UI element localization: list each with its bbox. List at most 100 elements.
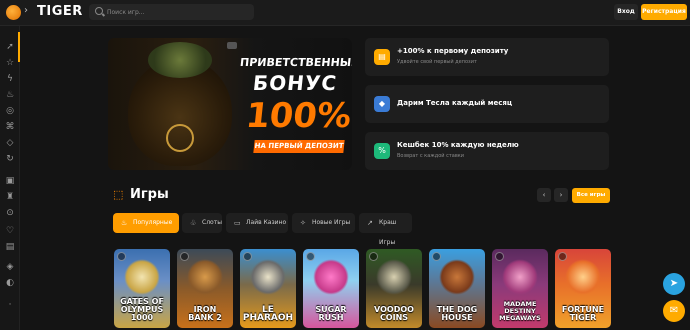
promo-card-deposit[interactable]: ▤ +100% к первому депозиту Удвойте свой … <box>365 38 609 76</box>
chat-icon[interactable]: ✉ <box>663 300 685 322</box>
rocket-icon[interactable]: ➚ <box>5 42 15 52</box>
language-icon[interactable]: · <box>5 300 15 310</box>
fire-icon[interactable]: ♨ <box>5 90 15 100</box>
sidebar-scroll-indicator <box>18 32 20 62</box>
slot-icon: ♧ <box>190 219 197 227</box>
heart-icon[interactable]: ♡ <box>5 226 15 236</box>
provider-badge-icon <box>243 252 252 261</box>
promo-subtitle: Удвойте свой первый депозит <box>397 59 477 65</box>
car-icon: ◆ <box>374 96 390 112</box>
logo-text[interactable]: TIGER <box>37 4 83 19</box>
logo-icon[interactable] <box>6 5 21 20</box>
tab-label: Краш Игры <box>379 219 397 246</box>
tab-crash-games[interactable]: ↗ Краш Игры <box>359 213 412 246</box>
game-title: THE DOG HOUSE <box>436 305 478 322</box>
game-art <box>250 259 286 295</box>
chip-icon[interactable]: ◎ <box>5 106 15 116</box>
tiger-emblem-image <box>166 124 194 152</box>
promo-card-tesla[interactable]: ◆ Дарим Тесла каждый месяц <box>365 85 609 123</box>
lightning-icon[interactable]: ϟ <box>5 74 15 84</box>
game-art <box>124 259 160 295</box>
games-section-icon: ⬚ <box>113 188 124 201</box>
provider-badge-icon <box>495 252 504 261</box>
game-card-gates-of-olympus[interactable]: GATES OF OLYMPUS 1000 <box>114 249 170 328</box>
provider-badge-icon <box>558 252 567 261</box>
game-title: GATES OF OLYMPUS 1000 <box>120 297 164 322</box>
game-title: VOODOO COINS <box>374 305 414 322</box>
promo-title: +100% к первому депозиту <box>397 47 509 55</box>
chevron-right-icon[interactable]: › <box>554 188 568 202</box>
game-card-madame-destiny-megaways[interactable]: MADAME DESTINY MEGAWAYS <box>492 249 548 328</box>
banner-line-1: ПРИВЕТСТВЕННЫЙ <box>239 56 352 69</box>
banner-pagination <box>206 158 234 162</box>
gift-icon[interactable]: ▤ <box>5 242 15 252</box>
video-icon <box>227 42 237 49</box>
provider-badge-icon <box>117 252 126 261</box>
star-icon[interactable]: ☆ <box>5 58 15 68</box>
game-art <box>187 259 223 295</box>
welcome-bonus-banner[interactable]: ПРИВЕТСТВЕННЫЙ БОНУС 100% НА ПЕРВЫЙ ДЕПО… <box>108 38 352 170</box>
provider-badge-icon <box>306 252 315 261</box>
dice-icon <box>180 252 189 261</box>
tab-live-casino[interactable]: ▭ Лайв Казино <box>226 213 288 233</box>
sidebar: ➚ ☆ ϟ ♨ ◎ ⌘ ◇ ↻ ▣ ♜ ⊙ ♡ ▤ ◈ ◐ · <box>0 26 20 330</box>
tab-label: Новые Игры <box>312 219 351 226</box>
search-icon <box>95 7 103 15</box>
tab-slots[interactable]: ♧ Слоты <box>182 213 222 233</box>
game-title: SUGAR RUSH <box>315 305 347 322</box>
games-section-title: Игры <box>130 187 169 202</box>
target-icon[interactable]: ⊙ <box>5 208 15 218</box>
tab-label: Лайв Казино <box>246 219 287 226</box>
tab-new-games[interactable]: ✧ Новые Игры <box>292 213 355 233</box>
crash-icon: ↗ <box>367 219 373 227</box>
game-art <box>313 259 349 295</box>
game-card-the-dog-house[interactable]: THE DOG HOUSE <box>429 249 485 328</box>
game-title: MADAME DESTINY MEGAWAYS <box>499 300 541 322</box>
game-title: LE PHARAOH <box>242 305 294 323</box>
promo-subtitle: Возврат с каждой ставки <box>397 153 465 159</box>
game-card-iron-bank-2[interactable]: IRON BANK 2 <box>177 249 233 328</box>
sidebar-toggle-chevron-icon[interactable]: › <box>24 5 28 16</box>
percent-icon: % <box>374 143 390 159</box>
provider-badge-icon <box>369 252 378 261</box>
game-art <box>565 259 601 295</box>
game-art <box>376 259 412 295</box>
support-icon[interactable]: ◐ <box>5 278 15 288</box>
provider-badge-icon <box>432 252 441 261</box>
promo-card-cashback[interactable]: % Кешбек 10% каждую неделю Возврат с каж… <box>365 132 609 170</box>
game-card-voodoo-coins[interactable]: VOODOO COINS <box>366 249 422 328</box>
search-input[interactable] <box>107 6 247 18</box>
search-box[interactable] <box>89 4 254 20</box>
shield-icon[interactable]: ◈ <box>5 262 15 272</box>
gift-icon: ▤ <box>374 49 390 65</box>
game-title: IRON BANK 2 <box>188 305 222 322</box>
sparkle-icon: ✧ <box>300 219 306 227</box>
game-art <box>502 259 538 295</box>
banner-percent: 100% <box>243 96 352 136</box>
promo-title: Дарим Тесла каждый месяц <box>397 99 513 107</box>
telegram-icon[interactable]: ➤ <box>663 273 685 295</box>
tab-label: Популярные <box>133 219 173 226</box>
gamepad-icon[interactable]: ⌘ <box>5 122 15 132</box>
tab-label: Слоты <box>202 219 222 226</box>
game-title: FORTUNE TIGER <box>561 305 605 322</box>
game-card-le-pharaoh[interactable]: LE PHARAOH <box>240 249 296 328</box>
diamond-icon[interactable]: ◇ <box>5 138 15 148</box>
shop-icon[interactable]: ▣ <box>5 176 15 186</box>
cycle-icon[interactable]: ↻ <box>5 154 15 164</box>
banner-line-4: НА ПЕРВЫЙ ДЕПОЗИТ <box>253 140 345 153</box>
login-button[interactable]: Вход <box>614 4 638 20</box>
all-games-button[interactable]: Все игры <box>572 188 610 203</box>
game-card-sugar-rush[interactable]: SUGAR RUSH <box>303 249 359 328</box>
chevron-left-icon[interactable]: ‹ <box>537 188 551 202</box>
camera-icon: ▭ <box>234 219 241 227</box>
register-button[interactable]: Регистрация <box>641 4 687 20</box>
game-art <box>439 259 475 295</box>
fire-icon: ♨ <box>121 219 128 227</box>
trophy-icon[interactable]: ♜ <box>5 192 15 202</box>
game-card-fortune-tiger[interactable]: FORTUNE TIGER <box>555 249 611 328</box>
promo-title: Кешбек 10% каждую неделю <box>397 141 519 149</box>
money-bag-top-image <box>148 42 212 78</box>
tab-popular[interactable]: ♨ Популярные <box>113 213 179 233</box>
banner-line-2: БОНУС <box>251 71 339 95</box>
